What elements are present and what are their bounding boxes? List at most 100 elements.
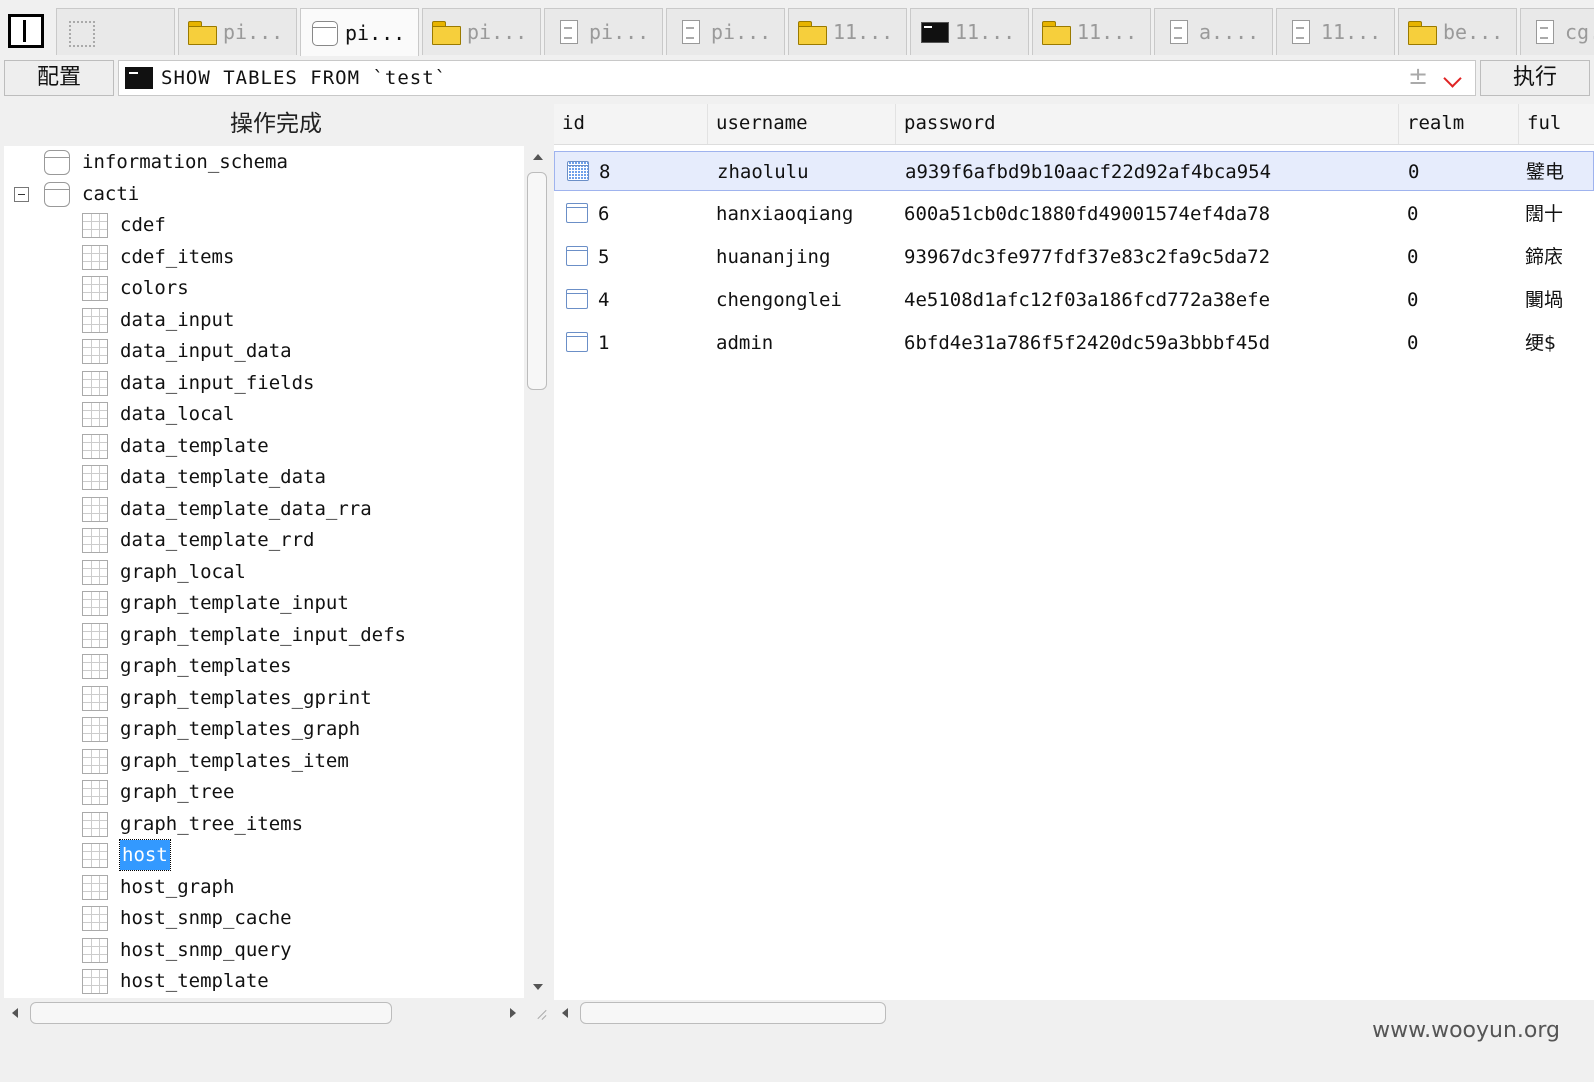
tree-table-graph_local[interactable]: graph_local (4, 557, 524, 587)
table-row[interactable]: 5 huananjing 93967dc3fe977fdf37e83c2fa9c5d… (554, 237, 1594, 277)
tab-5[interactable]: pi... (666, 8, 785, 55)
cell-realm[interactable]: 0 (1407, 194, 1418, 234)
tab-1[interactable]: pi... (178, 8, 297, 55)
collapse-toggle-icon[interactable] (14, 186, 29, 202)
tree-table-data_local[interactable]: data_local (4, 399, 524, 429)
database-tree[interactable]: information_schema cacti cdef cdef_items col… (4, 146, 524, 998)
tree-database-cacti[interactable]: cacti (4, 179, 524, 209)
tree-table-data_input_fields[interactable]: data_input_fields (4, 368, 524, 398)
scroll-right-arrow-icon[interactable] (510, 1008, 516, 1018)
config-button[interactable]: 配置 (4, 60, 114, 96)
tree-table-colors[interactable]: colors (4, 273, 524, 303)
grid-hscroll-thumb[interactable] (580, 1002, 886, 1024)
cell-full[interactable]: 闄堝 (1525, 280, 1563, 320)
tree-table-graph_template_input_defs[interactable]: graph_template_input_defs (4, 620, 524, 650)
cell-password[interactable]: 4e5108d1afc12f03a186fcd772a38efe (904, 280, 1270, 320)
tree-table-cdef_items[interactable]: cdef_items (4, 242, 524, 272)
cell-username[interactable]: hanxiaoqiang (716, 194, 853, 234)
cell-username[interactable]: huananjing (716, 237, 830, 277)
cell-full[interactable]: 鍗庡 (1525, 237, 1563, 277)
column-header-id[interactable]: id (554, 104, 708, 144)
tab-2[interactable]: pi... (300, 8, 419, 56)
tree-table-host_template[interactable]: host_template (4, 966, 524, 996)
tree-table-graph_templates_graph[interactable]: graph_templates_graph (4, 714, 524, 744)
cell-password[interactable]: 6bfd4e31a786f5f2420dc59a3bbbf45d (904, 323, 1270, 363)
tree-table-data_template_rrd[interactable]: data_template_rrd (4, 525, 524, 555)
tree-table-data_input[interactable]: data_input (4, 305, 524, 335)
tree-vertical-scrollbar[interactable] (526, 146, 550, 998)
column-header-realm[interactable]: realm (1399, 104, 1519, 144)
cell-realm[interactable]: 0 (1407, 237, 1418, 277)
tree-table-cdef[interactable]: cdef (4, 210, 524, 240)
tree-table-graph_templates_item[interactable]: graph_templates_item (4, 746, 524, 776)
cell-full[interactable]: 鐾电 (1526, 152, 1564, 192)
tab-9[interactable]: a.... (1154, 8, 1273, 55)
tree-table-data_template_data[interactable]: data_template_data (4, 462, 524, 492)
tree-table-data_template_data_rra[interactable]: data_template_data_rra (4, 494, 524, 524)
plus-minus-icon[interactable]: ± (1408, 62, 1428, 90)
sql-query-input[interactable]: SHOW TABLES FROM `test` (118, 60, 1476, 96)
cell-full[interactable]: 闊十 (1525, 194, 1563, 234)
tree-table-graph_templates[interactable]: graph_templates (4, 651, 524, 681)
column-header-fullname[interactable]: ful (1519, 104, 1594, 144)
cell-realm[interactable]: 0 (1407, 280, 1418, 320)
tree-scroll-thumb[interactable] (527, 172, 547, 390)
tab-11[interactable]: be... (1398, 8, 1517, 55)
cell-realm[interactable]: 0 (1408, 152, 1419, 192)
tab-0[interactable] (56, 8, 175, 55)
scroll-left-arrow-icon[interactable] (562, 1008, 568, 1018)
tree-hscroll-thumb[interactable] (30, 1002, 392, 1024)
table-name: data_template_data_rra (120, 497, 372, 520)
cell-id[interactable]: 8 (599, 152, 610, 192)
table-name: host_template (120, 970, 269, 992)
cell-username[interactable]: zhaolulu (717, 152, 809, 192)
cell-username[interactable]: chengonglei (716, 280, 842, 320)
tab-12[interactable]: cg... (1520, 8, 1594, 55)
grid-header: id username password realm ful (554, 104, 1594, 145)
cell-id[interactable]: 4 (598, 280, 609, 320)
resize-grip-icon[interactable] (534, 1004, 548, 1022)
tab-8[interactable]: 11... (1032, 8, 1151, 55)
tree-table-host[interactable]: host (4, 839, 524, 871)
tree-table-graph_tree_items[interactable]: graph_tree_items (4, 809, 524, 839)
tab-3[interactable]: pi... (422, 8, 541, 55)
cell-password[interactable]: 93967dc3fe977fdf37e83c2fa9c5da72 (904, 237, 1270, 277)
scroll-left-arrow-icon[interactable] (12, 1008, 18, 1018)
tree-table-host_graph[interactable]: host_graph (4, 872, 524, 902)
cell-password[interactable]: a939f6afbd9b10aacf22d92af4bca954 (905, 152, 1271, 192)
cell-username[interactable]: admin (716, 323, 773, 363)
tree-table-graph_templates_gprint[interactable]: graph_templates_gprint (4, 683, 524, 713)
database-icon (44, 181, 70, 207)
cell-full[interactable]: 绠$ (1525, 323, 1556, 363)
panel-toggle-button[interactable] (8, 14, 44, 48)
column-header-username[interactable]: username (708, 104, 896, 144)
tab-10[interactable]: 11... (1276, 8, 1395, 55)
tree-table-data_input_data[interactable]: data_input_data (4, 336, 524, 366)
tree-table-graph_tree[interactable]: graph_tree (4, 777, 524, 807)
tree-database-information_schema[interactable]: information_schema (4, 147, 524, 177)
tree-horizontal-scrollbar[interactable] (4, 1000, 528, 1024)
tree-table-data_template[interactable]: data_template (4, 431, 524, 461)
table-row[interactable]: 8 zhaolulu a939f6afbd9b10aacf22d92af4bca95… (554, 151, 1594, 191)
scroll-down-arrow-icon[interactable] (533, 984, 543, 990)
column-header-password[interactable]: password (896, 104, 1399, 144)
tree-table-host_snmp_query[interactable]: host_snmp_query (4, 935, 524, 965)
cell-id[interactable]: 6 (598, 194, 609, 234)
tree-table-host_snmp_cache[interactable]: host_snmp_cache (4, 903, 524, 933)
scroll-up-arrow-icon[interactable] (533, 154, 543, 160)
table-row[interactable]: 4 chengonglei 4e5108d1afc12f03a186fcd772a3… (554, 280, 1594, 320)
tree-table-graph_template_input[interactable]: graph_template_input (4, 588, 524, 618)
table-row[interactable]: 1 admin 6bfd4e31a786f5f2420dc59a3bbbf45d 0 绠… (554, 323, 1594, 363)
result-grid[interactable]: id username password realm ful 8 zhaolulu… (554, 104, 1594, 1000)
table-row[interactable]: 6 hanxiaoqiang 600a51cb0dc1880fd49001574ef… (554, 194, 1594, 234)
tab-7[interactable]: 11... (910, 8, 1029, 55)
document-icon (553, 19, 583, 45)
cell-realm[interactable]: 0 (1407, 323, 1418, 363)
tab-4[interactable]: pi... (544, 8, 663, 55)
cell-password[interactable]: 600a51cb0dc1880fd49001574ef4da78 (904, 194, 1270, 234)
execute-button[interactable]: 执行 (1480, 60, 1590, 96)
tab-6[interactable]: 11... (788, 8, 907, 55)
cell-id[interactable]: 5 (598, 237, 609, 277)
cell-id[interactable]: 1 (598, 323, 609, 363)
row-icon (567, 161, 589, 181)
